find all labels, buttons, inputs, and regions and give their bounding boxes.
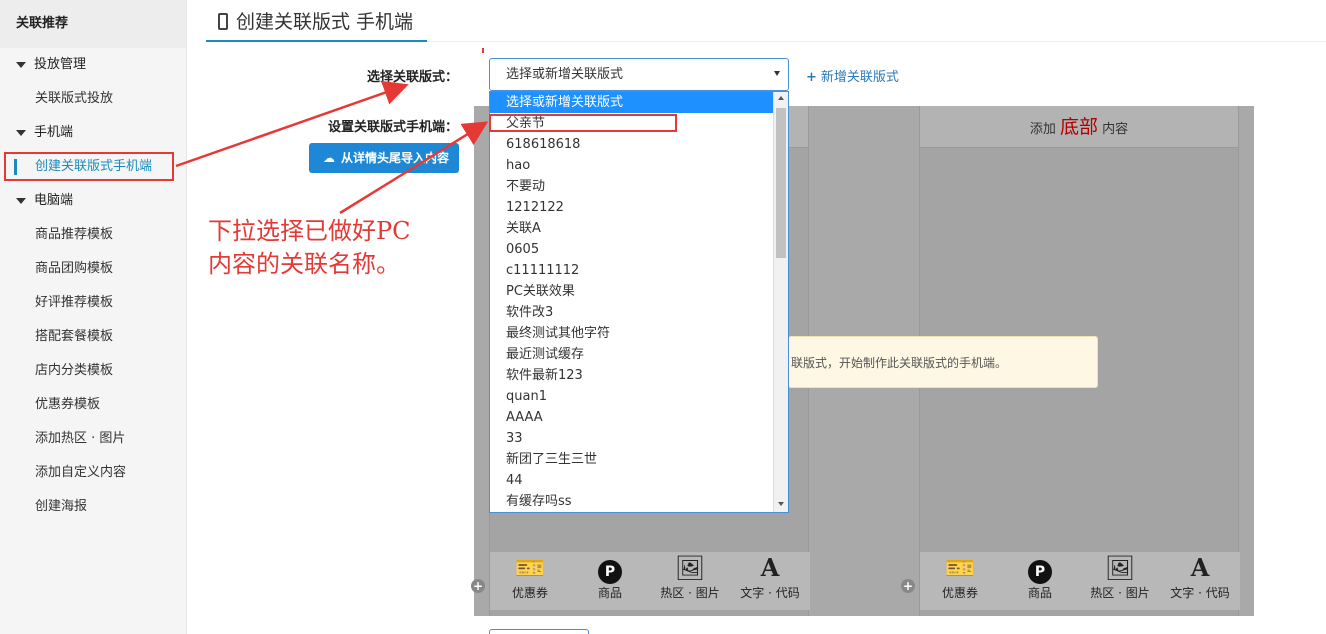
arrow-to-option (339, 121, 489, 215)
arrow-to-select (175, 80, 409, 168)
annotation-arrows (175, 48, 489, 215)
annotation-text: 下拉选择已做好PC 内容的关联名称。 (208, 217, 411, 278)
bottom-button-edge[interactable] (489, 629, 589, 634)
